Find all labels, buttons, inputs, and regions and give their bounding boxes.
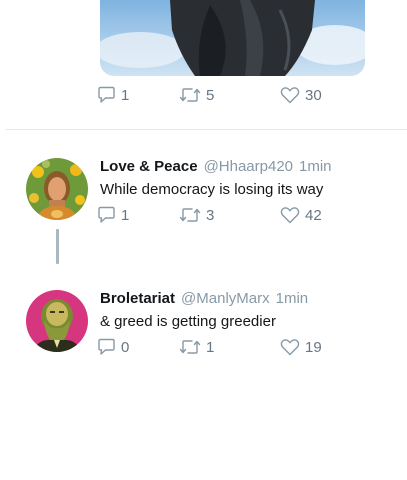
tweet-divider (6, 129, 407, 130)
reply-icon (98, 338, 115, 355)
retweet-count: 5 (206, 86, 215, 104)
display-name[interactable]: Love & Peace (100, 158, 198, 175)
user-handle[interactable]: @Hhaarp420 (204, 158, 293, 175)
avatar-love-and-peace (26, 158, 88, 220)
heart-icon (280, 339, 300, 356)
tweet-media-image[interactable] (100, 0, 365, 76)
tweet-actions-bar: 1 5 30 (97, 86, 357, 104)
retweet-action[interactable]: 5 (179, 86, 214, 104)
retweet-action[interactable]: 3 (179, 206, 214, 224)
heart-icon (280, 207, 300, 224)
timestamp[interactable]: 1min (276, 290, 309, 307)
tweet-text: & greed is getting greedier (100, 313, 276, 330)
tweet-actions-bar: 0 1 19 (97, 338, 357, 356)
timestamp[interactable]: 1min (299, 158, 332, 175)
retweet-action[interactable]: 1 (179, 338, 214, 356)
tweet-text: While democracy is losing its way (100, 181, 324, 198)
reply-count: 1 (121, 86, 130, 104)
thread-connector-line (56, 229, 59, 264)
reply-icon (98, 86, 115, 103)
avatar-broletariat (26, 290, 88, 352)
like-count: 30 (305, 86, 322, 104)
statue-photo (100, 0, 365, 76)
reply-action[interactable]: 0 (97, 338, 129, 356)
reply-count: 1 (121, 206, 130, 224)
tweet-actions-bar: 1 3 42 (97, 206, 357, 224)
reply-count: 0 (121, 338, 130, 356)
tweet-header: Love & Peace @Hhaarp420 1min (100, 158, 332, 175)
tweet-header: Broletariat @ManlyMarx 1min (100, 290, 308, 307)
like-action[interactable]: 42 (280, 206, 322, 224)
retweet-icon (179, 208, 201, 222)
retweet-icon (179, 88, 201, 102)
user-handle[interactable]: @ManlyMarx (181, 290, 270, 307)
avatar[interactable] (26, 290, 88, 352)
like-count: 42 (305, 206, 322, 224)
like-count: 19 (305, 338, 322, 356)
retweet-count: 3 (206, 206, 215, 224)
retweet-count: 1 (206, 338, 215, 356)
retweet-icon (179, 340, 201, 354)
like-action[interactable]: 19 (280, 338, 322, 356)
reply-icon (98, 206, 115, 223)
reply-action[interactable]: 1 (97, 86, 129, 104)
reply-action[interactable]: 1 (97, 206, 129, 224)
heart-icon (280, 87, 300, 104)
like-action[interactable]: 30 (280, 86, 322, 104)
display-name[interactable]: Broletariat (100, 290, 175, 307)
avatar[interactable] (26, 158, 88, 220)
